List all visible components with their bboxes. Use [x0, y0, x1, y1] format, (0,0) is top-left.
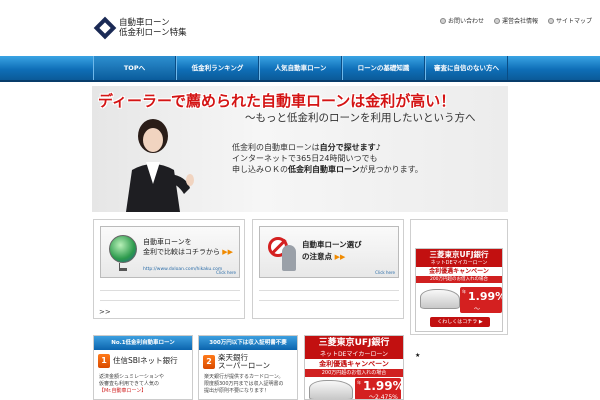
logo-text: 自動車ローン 低金利ローン特集	[119, 18, 187, 38]
utility-links: お問い合わせ 運営会社情報 サイトマップ	[439, 16, 592, 25]
global-nav: TOPへ 低金利ランキング 人気自動車ローン ローンの基礎知識 審査に自信のない…	[0, 56, 600, 82]
click-here-label: Click here	[216, 270, 236, 275]
rate-big: 1.99%	[363, 379, 404, 393]
compare-line2: 金利で比較はコチラから	[143, 248, 220, 256]
arrow-icon: ▶▶	[222, 248, 234, 256]
bank-product: ネットDEマイカーローン	[305, 350, 403, 359]
hero-title: ディーラーで薦められた自動車ローンは金利が高い！	[98, 92, 456, 110]
campaign-b: キャンペーン	[453, 268, 489, 275]
logo-diamond-icon	[93, 16, 117, 40]
promo-bank-name: 住信SBIネット銀行	[113, 356, 178, 365]
promo-rakuten[interactable]: 300万円以下は収入証明書不要 2 楽天銀行 スーパーローン 楽天銀行が提供する…	[198, 335, 298, 400]
bank-ad-large[interactable]: 三菱東京UFJ銀行 ネットDEマイカーローン 金利優遇キャンペーン 200万円超…	[304, 335, 404, 400]
rate-big: 1.99%	[468, 290, 503, 303]
star-icon: ★	[415, 352, 421, 359]
site-logo[interactable]: 自動車ローン 低金利ローン特集	[93, 16, 187, 40]
promo-header: No.1低金利自動車ローン	[94, 336, 192, 350]
promo-description: 楽天銀行が提供するカードローン。 限度額300万円までは収入証明書の 提出が原則…	[204, 374, 284, 394]
promo-bank-name: 楽天銀行 スーパーローン	[218, 353, 271, 370]
bank-name: 三菱東京UFJ銀行	[305, 336, 403, 350]
promo-header: 300万円以下は収入証明書不要	[199, 336, 297, 350]
nav-item-popular[interactable]: 人気自動車ローン	[259, 56, 342, 80]
nav-item-basics[interactable]: ローンの基礎知識	[342, 56, 425, 80]
person-icon	[282, 245, 296, 271]
hero-emphasis-2: 低金利自動車ローン	[288, 165, 360, 174]
logo-line2: 低金利ローン特集	[119, 28, 187, 38]
contact-link[interactable]: お問い合わせ	[439, 16, 484, 25]
car-icon	[420, 289, 460, 309]
company-info-link[interactable]: 運営会社情報	[493, 16, 538, 25]
hero-banner: ディーラーで薦められた自動車ローンは金利が高い！ ～もっと低金利のローンを利用し…	[92, 86, 508, 212]
bank-band: 200万円超のお借入れの場合	[305, 369, 403, 377]
sitemap-link[interactable]: サイトマップ	[547, 16, 592, 25]
bank-name: 三菱東京UFJ銀行	[416, 249, 502, 260]
site-header: 自動車ローン 低金利ローン特集 お問い合わせ 運営会社情報 サイトマップ	[0, 0, 600, 56]
compare-banner[interactable]: 自動車ローンを 金利で比較はコチラから ▶▶ http://www.dxloan…	[100, 226, 240, 278]
car-icon	[309, 380, 353, 399]
compare-panel: 自動車ローンを 金利で比較はコチラから ▶▶ http://www.dxloan…	[93, 219, 245, 319]
hero-emphasis-1: 自分で探せます♪	[319, 143, 381, 152]
hero-text: 低金利の自動車ローンは自分で探せます♪ インターネットで365日24時間いつでも…	[232, 143, 423, 174]
hero-subtitle: ～もっと低金利のローンを利用したいという方へ	[245, 112, 476, 124]
more-link[interactable]: >>	[99, 308, 111, 316]
nav-item-top[interactable]: TOPへ	[93, 56, 176, 80]
arrow-icon: ▶▶	[334, 253, 346, 261]
compare-url: http://www.dxloan.com/hikaku.com	[143, 267, 223, 272]
rank-badge: 2	[203, 355, 215, 369]
caution-banner[interactable]: 自動車ローン選び の注意点 ▶▶ Click here	[259, 226, 399, 278]
rank-badge: 1	[98, 354, 110, 368]
rate-badge: 年 1.99% ～2.475%	[355, 378, 404, 400]
bank-ad-banner[interactable]: 三菱東京UFJ銀行 ネットDEマイカーローン 金利優遇キャンペーン 200万円超…	[415, 248, 503, 332]
globe-icon	[109, 235, 137, 263]
promo-description: 返済金額シュミレーションや 仮審査も利用できて人気の 【Mr.自動車ローン】	[99, 374, 164, 394]
bank-product: ネットDEマイカーローン	[416, 260, 502, 267]
businesswoman-image	[126, 119, 194, 212]
click-here-label: Click here	[375, 270, 395, 275]
compare-line1: 自動車ローンを	[143, 238, 192, 246]
sidebar: 三菱東京UFJ銀行 ネットDEマイカーローン 金利優遇キャンペーン 200万円超…	[410, 219, 508, 335]
details-button[interactable]: くわしくはコチラ ▶	[430, 317, 490, 327]
caution-panel: 自動車ローン選び の注意点 ▶▶ Click here	[252, 219, 404, 319]
nav-item-screening[interactable]: 審査に自信のない方へ	[425, 56, 508, 80]
nav-item-ranking[interactable]: 低金利ランキング	[176, 56, 259, 80]
caution-line2: の注意点	[302, 252, 332, 261]
bullet-icon	[439, 17, 446, 24]
bank-band: 200万円超のお借入れの場合	[416, 276, 502, 283]
caution-line1: 自動車ローン選び	[302, 240, 362, 249]
promo-sbi[interactable]: No.1低金利自動車ローン 1 住信SBIネット銀行 返済金額シュミレーションや…	[93, 335, 193, 400]
logo-line1: 自動車ローン	[119, 18, 170, 28]
bullet-icon	[493, 17, 500, 24]
campaign-a: 金利優遇	[429, 268, 454, 275]
rate-badge: 年 1.99% ～2.475%	[460, 287, 503, 320]
rate-small: ～2.475%	[369, 394, 398, 400]
bullet-icon	[547, 17, 554, 24]
